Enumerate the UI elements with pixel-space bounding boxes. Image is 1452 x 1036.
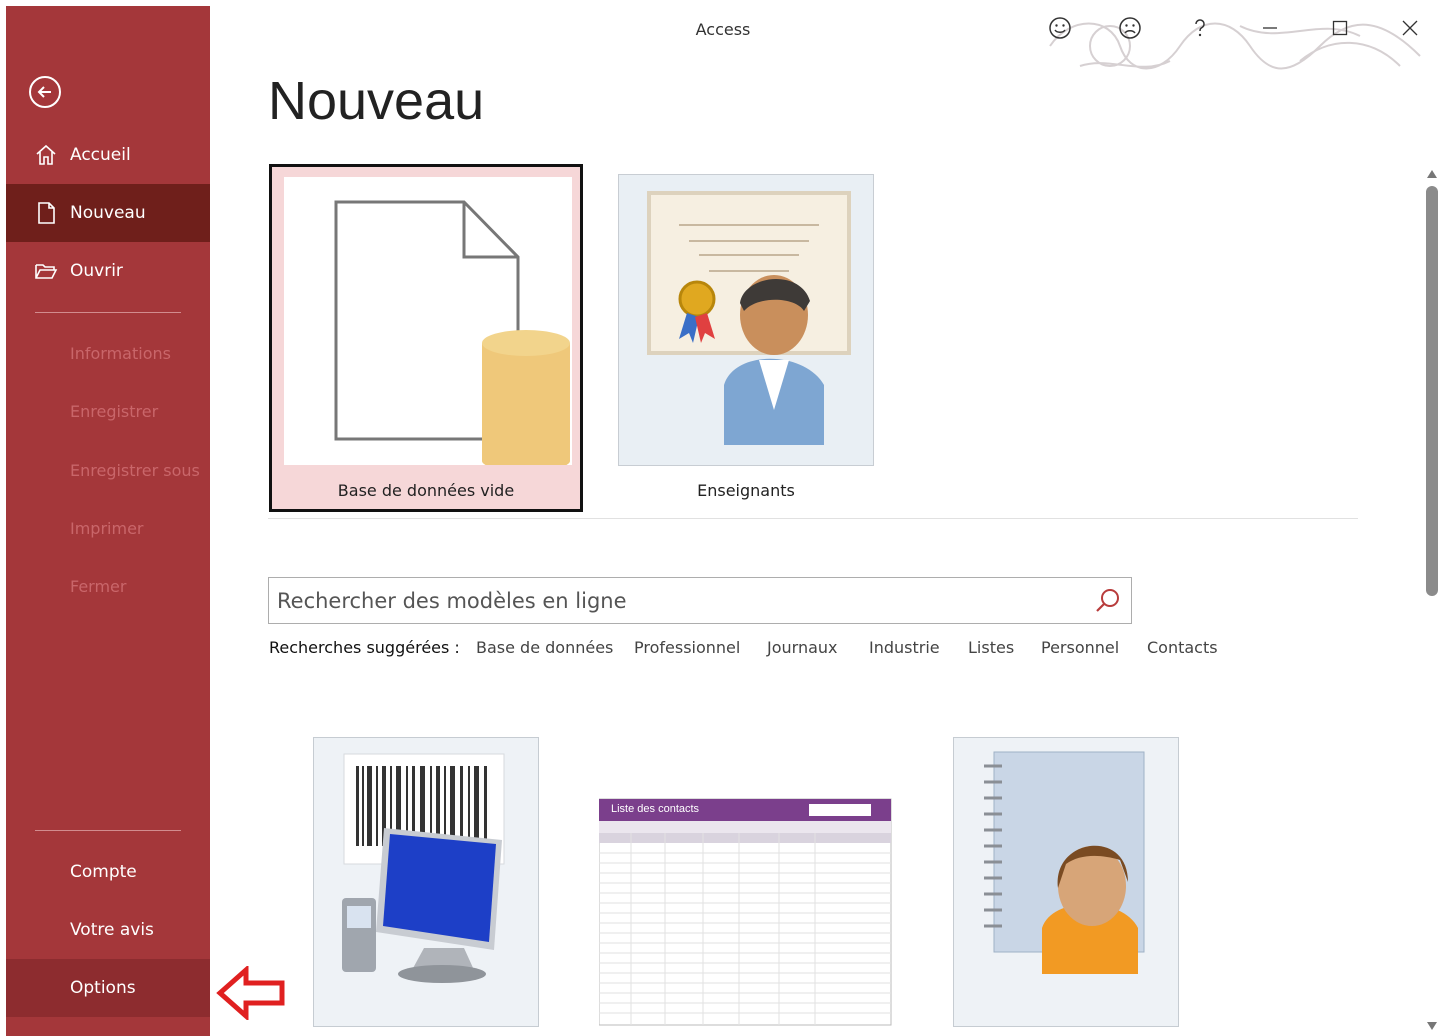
- new-document-icon: [34, 201, 58, 225]
- sidebar-item-enregistrer: Enregistrer: [6, 382, 210, 440]
- sidebar-item-label: Imprimer: [70, 518, 144, 538]
- scrollbar-thumb[interactable]: [1426, 186, 1438, 596]
- sidebar-item-options[interactable]: Options: [6, 959, 210, 1017]
- suggested-search-link[interactable]: Industrie: [869, 638, 940, 657]
- contact-list-thumbnail: [598, 798, 892, 1026]
- sidebar-item-label: Ouvrir: [70, 261, 123, 281]
- minimize-button[interactable]: [1252, 12, 1288, 44]
- access-backstage-window: Accueil Nouveau Ouvrir Informations Enre…: [0, 0, 1452, 1036]
- template-card-asset-tracking[interactable]: [313, 737, 539, 1027]
- smile-feedback-button[interactable]: [1042, 12, 1078, 44]
- page-title: Nouveau: [268, 71, 485, 131]
- sidebar-item-votre-avis[interactable]: Votre avis: [6, 901, 210, 959]
- sidebar-item-nouveau[interactable]: Nouveau: [6, 184, 210, 242]
- section-divider: [268, 518, 1358, 519]
- suggested-search-link[interactable]: Personnel: [1041, 638, 1119, 657]
- backstage-sidebar: Accueil Nouveau Ouvrir Informations Enre…: [6, 6, 210, 1036]
- suggested-search-link[interactable]: Listes: [968, 638, 1014, 657]
- suggested-search-link[interactable]: Professionnel: [634, 638, 740, 657]
- frown-icon: [1119, 17, 1141, 39]
- close-icon: [1402, 20, 1418, 36]
- scroll-up-arrow-icon: [1427, 170, 1437, 178]
- home-icon: [34, 143, 58, 167]
- smiley-icon: [1049, 17, 1071, 39]
- title-decoration-swirl: [1049, 22, 1421, 70]
- template-card-blank-database[interactable]: Base de données vide: [269, 164, 583, 512]
- sidebar-item-informations: Informations: [6, 324, 210, 382]
- suggested-search-link[interactable]: Journaux: [767, 638, 838, 657]
- window-title: Access: [695, 20, 751, 39]
- sidebar-item-label: Informations: [70, 343, 171, 363]
- template-card-contacts[interactable]: [953, 737, 1179, 1027]
- search-icon[interactable]: [1093, 586, 1123, 616]
- frown-feedback-button[interactable]: [1112, 12, 1148, 44]
- sidebar-item-label: Enregistrer sous: [70, 460, 200, 480]
- sidebar-divider: [35, 312, 181, 313]
- sidebar-item-label: Options: [70, 978, 136, 998]
- close-button[interactable]: [1392, 12, 1428, 44]
- maximize-icon: [1332, 20, 1348, 36]
- sidebar-item-label: Compte: [70, 862, 137, 882]
- question-mark-icon: [1195, 19, 1205, 37]
- back-button[interactable]: [29, 76, 61, 108]
- template-card-label: Enseignants: [697, 481, 795, 500]
- sidebar-item-label: Nouveau: [70, 203, 146, 223]
- template-card-label: Base de données vide: [337, 481, 515, 500]
- address-book-person-thumbnail: [954, 738, 1178, 996]
- sidebar-item-compte[interactable]: Compte: [6, 843, 210, 901]
- sidebar-item-fermer: Fermer: [6, 557, 210, 615]
- teacher-certificate-thumbnail: [619, 175, 873, 465]
- barcode-computer-thumbnail: [314, 738, 538, 996]
- maximize-button[interactable]: [1322, 12, 1358, 44]
- suggested-search-link[interactable]: Base de données: [476, 638, 613, 657]
- sidebar-item-label: Votre avis: [70, 920, 154, 940]
- sidebar-item-imprimer: Imprimer: [6, 499, 210, 557]
- template-card-contact-list[interactable]: Liste des contacts: [598, 737, 893, 1027]
- template-search-input[interactable]: [277, 584, 1077, 618]
- blank-database-icon: [334, 200, 570, 471]
- suggested-searches-heading: Recherches suggérées :: [269, 638, 460, 657]
- sidebar-item-label: Fermer: [70, 576, 127, 596]
- template-card-enseignants[interactable]: Enseignants: [618, 174, 874, 500]
- back-arrow-icon: [37, 86, 51, 98]
- suggested-search-link[interactable]: Contacts: [1147, 638, 1218, 657]
- sidebar-item-label: Accueil: [70, 145, 131, 165]
- open-folder-icon: [34, 259, 58, 283]
- sidebar-item-label: Enregistrer: [70, 401, 159, 421]
- blank-database-thumbnail: [284, 177, 572, 471]
- help-button[interactable]: [1182, 12, 1218, 44]
- sidebar-item-ouvrir[interactable]: Ouvrir: [6, 242, 210, 300]
- red-arrow-annotation: [216, 966, 285, 1020]
- minimize-icon: [1263, 27, 1277, 29]
- sidebar-item-accueil[interactable]: Accueil: [6, 126, 210, 184]
- sidebar-divider: [35, 830, 181, 831]
- sidebar-item-enregistrer-sous: Enregistrer sous: [6, 441, 210, 499]
- template-search-box[interactable]: [268, 577, 1132, 624]
- contact-list-preview-title: Liste des contacts: [611, 803, 700, 815]
- scroll-down-arrow-icon: [1427, 1022, 1437, 1030]
